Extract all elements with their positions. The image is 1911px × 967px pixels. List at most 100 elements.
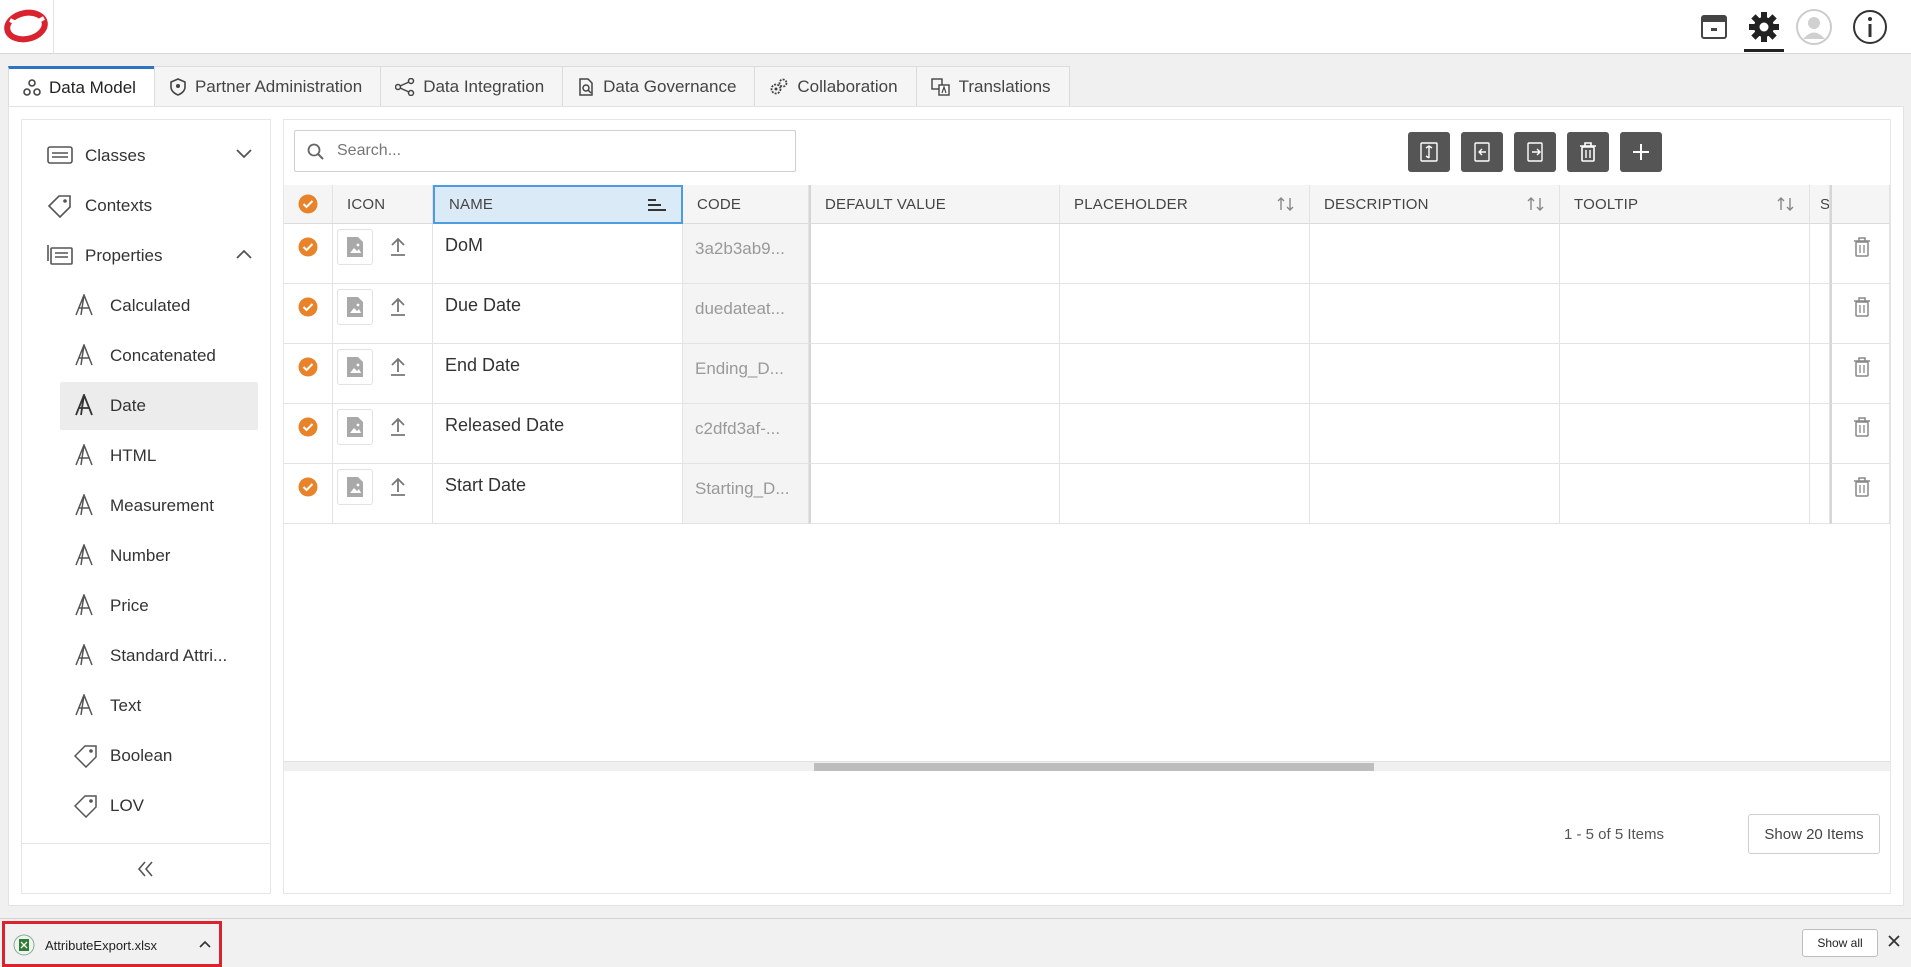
sidebar-item-calculated[interactable]: Calculated bbox=[60, 282, 258, 330]
show-all-downloads-button[interactable]: Show all bbox=[1802, 929, 1878, 957]
tab-data-model[interactable]: Data Model bbox=[8, 66, 155, 107]
sidebar-item-standard-attribute[interactable]: Standard Attri... bbox=[60, 632, 258, 680]
row-select-cell[interactable] bbox=[284, 284, 333, 344]
trash-icon[interactable] bbox=[1852, 476, 1872, 498]
column-header-placeholder[interactable]: PLACEHOLDER bbox=[1060, 185, 1310, 224]
sort-arrows-icon[interactable] bbox=[1777, 196, 1795, 212]
row-empty-cell[interactable] bbox=[1310, 464, 1560, 524]
horizontal-scrollbar[interactable] bbox=[284, 761, 1890, 771]
trash-icon[interactable] bbox=[1852, 296, 1872, 318]
row-empty-cell[interactable] bbox=[1810, 224, 1830, 284]
close-icon[interactable] bbox=[1886, 933, 1902, 949]
row-name[interactable]: Due Date bbox=[445, 295, 521, 315]
row-empty-cell[interactable] bbox=[1310, 284, 1560, 344]
upload-icon[interactable] bbox=[389, 477, 407, 497]
chevron-down-icon[interactable] bbox=[236, 149, 252, 159]
image-placeholder[interactable] bbox=[337, 469, 373, 505]
sync-button[interactable] bbox=[1408, 132, 1450, 172]
settings-button[interactable] bbox=[1740, 0, 1788, 53]
sort-arrows-icon[interactable] bbox=[1527, 196, 1545, 212]
image-placeholder[interactable] bbox=[337, 349, 373, 385]
sidebar-item-text[interactable]: Text bbox=[60, 682, 258, 730]
tab-translations[interactable]: Translations bbox=[915, 66, 1070, 106]
row-empty-cell[interactable] bbox=[809, 404, 1060, 464]
row-empty-cell[interactable] bbox=[1560, 344, 1810, 404]
row-empty-cell[interactable] bbox=[1560, 224, 1810, 284]
tab-collaboration[interactable]: Collaboration bbox=[754, 66, 917, 106]
app-switcher-button[interactable] bbox=[1690, 0, 1738, 53]
row-empty-cell[interactable] bbox=[1810, 344, 1830, 404]
collapse-sidebar-button[interactable] bbox=[22, 843, 270, 893]
scrollbar-thumb[interactable] bbox=[814, 763, 1374, 771]
sidebar-item-measurement[interactable]: Measurement bbox=[60, 482, 258, 530]
row-empty-cell[interactable] bbox=[1560, 284, 1810, 344]
sidebar-item-price[interactable]: Price bbox=[60, 582, 258, 630]
sort-arrows-icon[interactable] bbox=[1277, 196, 1295, 212]
row-empty-cell[interactable] bbox=[1310, 224, 1560, 284]
column-header-code[interactable]: CODE bbox=[683, 185, 809, 224]
row-select-cell[interactable] bbox=[284, 464, 333, 524]
sidebar-item-date[interactable]: Date bbox=[60, 382, 258, 430]
sidebar-item-lov[interactable]: LOV bbox=[60, 782, 258, 830]
delete-button[interactable] bbox=[1567, 132, 1609, 172]
row-empty-cell[interactable] bbox=[1810, 284, 1830, 344]
add-button[interactable] bbox=[1620, 132, 1662, 172]
upload-icon[interactable] bbox=[389, 417, 407, 437]
upload-icon[interactable] bbox=[389, 297, 407, 317]
column-header-default-value[interactable]: DEFAULT VALUE bbox=[809, 185, 1060, 224]
column-header-description[interactable]: DESCRIPTION bbox=[1310, 185, 1560, 224]
row-empty-cell[interactable] bbox=[809, 344, 1060, 404]
image-placeholder[interactable] bbox=[337, 229, 373, 265]
row-empty-cell[interactable] bbox=[1560, 404, 1810, 464]
row-empty-cell[interactable] bbox=[1310, 404, 1560, 464]
sidebar-item-classes[interactable]: Classes bbox=[22, 132, 270, 180]
trash-icon[interactable] bbox=[1852, 356, 1872, 378]
row-empty-cell[interactable] bbox=[1060, 344, 1310, 404]
sort-lines-icon[interactable] bbox=[647, 198, 667, 214]
column-header-icon[interactable]: ICON bbox=[333, 185, 433, 224]
row-empty-cell[interactable] bbox=[1560, 464, 1810, 524]
user-profile-button[interactable] bbox=[1790, 0, 1838, 53]
sidebar-item-concatenated[interactable]: Concatenated bbox=[60, 332, 258, 380]
trash-icon[interactable] bbox=[1852, 236, 1872, 258]
row-select-cell[interactable] bbox=[284, 224, 333, 284]
chevron-up-icon[interactable] bbox=[236, 249, 252, 259]
row-empty-cell[interactable] bbox=[1060, 404, 1310, 464]
chevron-up-icon[interactable] bbox=[199, 940, 211, 948]
info-button[interactable] bbox=[1846, 0, 1894, 53]
row-empty-cell[interactable] bbox=[1060, 224, 1310, 284]
row-empty-cell[interactable] bbox=[1310, 344, 1560, 404]
app-logo[interactable] bbox=[0, 0, 54, 54]
row-empty-cell[interactable] bbox=[809, 224, 1060, 284]
upload-icon[interactable] bbox=[389, 357, 407, 377]
sidebar-item-properties[interactable]: Properties bbox=[22, 232, 270, 280]
column-header-overflow[interactable]: S bbox=[1810, 185, 1830, 224]
row-name[interactable]: Released Date bbox=[445, 415, 564, 435]
column-header-tooltip[interactable]: TOOLTIP bbox=[1560, 185, 1810, 224]
tab-partner-administration[interactable]: Partner Administration bbox=[153, 66, 382, 106]
import-button[interactable] bbox=[1461, 132, 1503, 172]
image-placeholder[interactable] bbox=[337, 289, 373, 325]
sidebar-item-boolean[interactable]: Boolean bbox=[60, 732, 258, 780]
row-select-cell[interactable] bbox=[284, 344, 333, 404]
row-select-cell[interactable] bbox=[284, 404, 333, 464]
show-items-button[interactable]: Show 20 Items bbox=[1748, 814, 1880, 854]
sidebar-item-number[interactable]: Number bbox=[60, 532, 258, 580]
row-empty-cell[interactable] bbox=[1810, 404, 1830, 464]
select-all-header[interactable] bbox=[284, 185, 333, 224]
row-empty-cell[interactable] bbox=[1060, 464, 1310, 524]
column-header-name[interactable]: NAME bbox=[433, 185, 683, 224]
row-name[interactable]: Start Date bbox=[445, 475, 526, 495]
row-empty-cell[interactable] bbox=[1810, 464, 1830, 524]
row-name[interactable]: End Date bbox=[445, 355, 520, 375]
trash-icon[interactable] bbox=[1852, 416, 1872, 438]
row-name[interactable]: DoM bbox=[445, 235, 483, 255]
download-item[interactable]: AttributeExport.xlsx bbox=[2, 921, 222, 967]
row-empty-cell[interactable] bbox=[1060, 284, 1310, 344]
sidebar-item-html[interactable]: HTML bbox=[60, 432, 258, 480]
tab-data-integration[interactable]: Data Integration bbox=[380, 66, 564, 106]
search-input[interactable] bbox=[335, 137, 775, 165]
tab-data-governance[interactable]: Data Governance bbox=[562, 66, 756, 106]
upload-icon[interactable] bbox=[389, 237, 407, 257]
row-empty-cell[interactable] bbox=[809, 464, 1060, 524]
